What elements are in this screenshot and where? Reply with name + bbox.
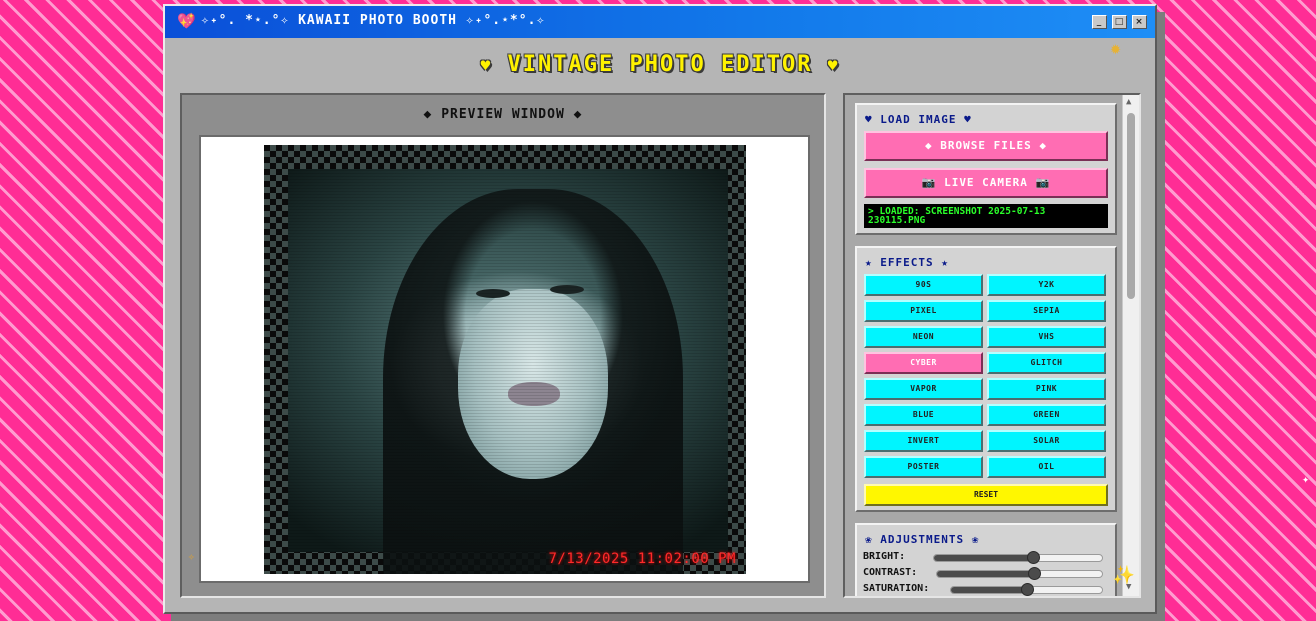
close-button[interactable]: × (1132, 15, 1147, 29)
title-bar[interactable]: 💖 ✧˖°. *⋆.°✧ KAWAII PHOTO BOOTH ✧˖°.⋆*°.… (165, 6, 1155, 38)
slider-fill (934, 555, 1034, 561)
contrast-label: CONTRAST: (863, 567, 918, 578)
effect-sepia-button[interactable]: SEPIA (987, 300, 1106, 322)
control-sidebar: ♥ LOAD IMAGE ♥ ◆ BROWSE FILES ◆ 📷 LIVE C… (843, 93, 1141, 598)
photo-timestamp: 7/13/2025 11:02:00 PM (548, 551, 736, 567)
scroll-up-icon[interactable]: ▲ (1126, 97, 1131, 107)
effect-oil-button[interactable]: OIL (987, 456, 1106, 478)
loaded-status: > LOADED: SCREENSHOT 2025-07-13 230115.P… (864, 204, 1108, 228)
preview-title: ◆ PREVIEW WINDOW ◆ (423, 107, 583, 122)
effect-invert-button[interactable]: INVERT (864, 430, 983, 452)
reset-button[interactable]: RESET (864, 484, 1108, 506)
effect-glitch-button[interactable]: GLITCH (987, 352, 1106, 374)
sparkle-icon: ✦ (1302, 472, 1310, 486)
adjustments-title: ❀ ADJUSTMENTS ❀ (865, 533, 980, 546)
scanlines (288, 169, 728, 552)
effects-title: ★ EFFECTS ★ (865, 256, 949, 269)
sparkle-icon: ✨ (1112, 565, 1135, 586)
slider-fill (937, 571, 1035, 577)
page-title-text: VINTAGE PHOTO EDITOR (507, 52, 813, 77)
app-window: 💖 ✧˖°. *⋆.°✧ KAWAII PHOTO BOOTH ✧˖°.⋆*°.… (163, 4, 1157, 614)
effect-y2k-button[interactable]: Y2K (987, 274, 1106, 296)
load-image-panel: ♥ LOAD IMAGE ♥ ◆ BROWSE FILES ◆ 📷 LIVE C… (855, 103, 1117, 235)
effect-vapor-button[interactable]: VAPOR (864, 378, 983, 400)
bright-slider[interactable] (933, 551, 1103, 564)
effect-pixel-button[interactable]: PIXEL (864, 300, 983, 322)
effect-vhs-button[interactable]: VHS (987, 326, 1106, 348)
minimize-button[interactable]: _ (1092, 15, 1107, 29)
photo-image (288, 169, 728, 574)
slider-fill (951, 587, 1027, 593)
saturation-slider[interactable] (950, 583, 1103, 596)
heart-icon: ♥ (480, 56, 493, 75)
preview-window: ◆ PREVIEW WINDOW ◆ 7/13/2025 11:02:00 PM… (180, 93, 826, 598)
browse-files-button[interactable]: ◆ BROWSE FILES ◆ (864, 131, 1108, 161)
live-camera-button[interactable]: 📷 LIVE CAMERA 📷 (864, 168, 1108, 198)
slider-thumb[interactable] (1020, 583, 1034, 596)
slider-thumb[interactable] (1027, 551, 1041, 564)
slider-thumb[interactable] (1028, 567, 1042, 580)
heart-sparkle-icon: 💖 (177, 12, 197, 30)
effect-90s-button[interactable]: 90S (864, 274, 983, 296)
heart-icon: ♥ (827, 56, 840, 75)
effect-green-button[interactable]: GREEN (987, 404, 1106, 426)
scroll-thumb[interactable] (1127, 113, 1135, 299)
effect-neon-button[interactable]: NEON (864, 326, 983, 348)
sparkle-icon: ✧ (188, 550, 195, 563)
load-image-title: ♥ LOAD IMAGE ♥ (865, 113, 972, 126)
saturation-label: SATURATION: (863, 583, 930, 594)
page-title: ♥ VINTAGE PHOTO EDITOR ♥ (165, 52, 1155, 77)
effect-cyber-button[interactable]: CYBER (864, 352, 983, 374)
effect-solar-button[interactable]: SOLAR (987, 430, 1106, 452)
effects-panel: ★ EFFECTS ★ 90S Y2K PIXEL SEPIA NEON VHS… (855, 246, 1117, 512)
adjustments-panel: ❀ ADJUSTMENTS ❀ BRIGHT: CONTRAST: SATURA… (855, 523, 1117, 596)
effect-blue-button[interactable]: BLUE (864, 404, 983, 426)
window-title: ✧˖°. *⋆.°✧ KAWAII PHOTO BOOTH ✧˖°.⋆*°.✧ (201, 13, 546, 28)
photo-preview: 7/13/2025 11:02:00 PM (264, 145, 746, 574)
bright-label: BRIGHT: (863, 551, 906, 562)
sidebar-scrollbar[interactable]: ▲ ▼ (1122, 95, 1139, 596)
effect-pink-button[interactable]: PINK (987, 378, 1106, 400)
preview-canvas: 7/13/2025 11:02:00 PM (199, 135, 810, 583)
maximize-button[interactable]: □ (1112, 15, 1127, 29)
effect-poster-button[interactable]: POSTER (864, 456, 983, 478)
contrast-slider[interactable] (936, 567, 1103, 580)
